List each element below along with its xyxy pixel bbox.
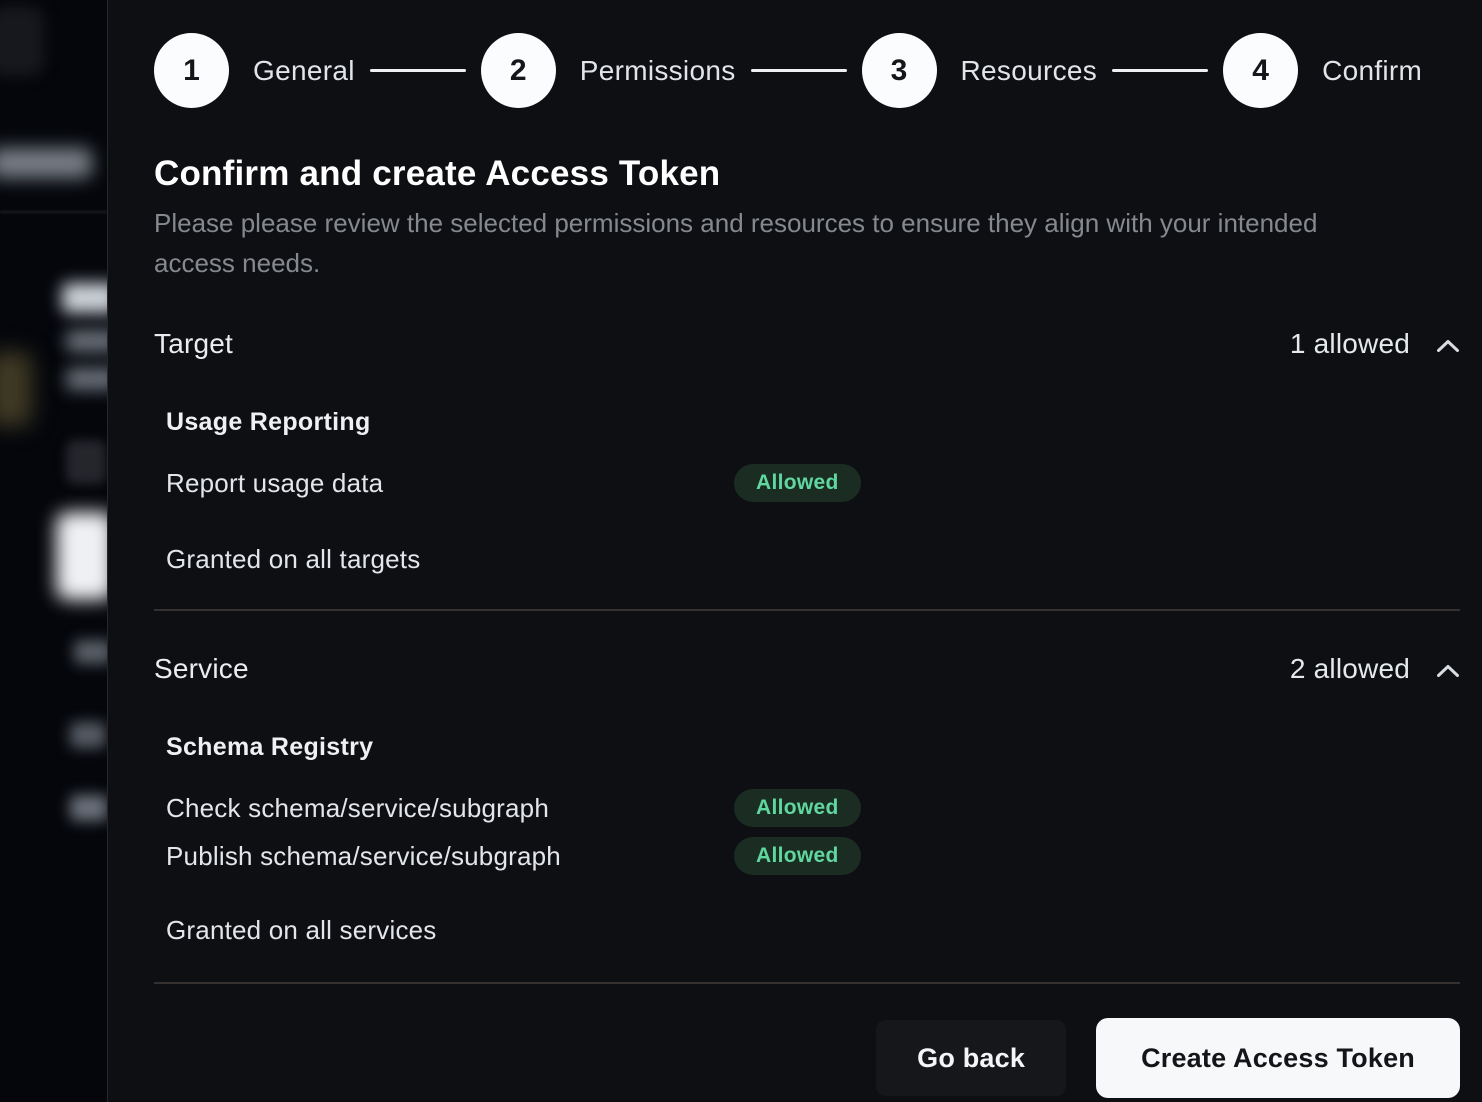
blurred-background	[0, 0, 107, 1102]
section-header-right: 1 allowed	[1290, 328, 1460, 360]
allowed-count: 1 allowed	[1290, 328, 1410, 360]
blurred-page-text-1	[66, 330, 107, 352]
granted-note: Granted on all services	[166, 914, 1460, 946]
step-number-badge: 4	[1223, 33, 1298, 108]
chevron-up-icon[interactable]	[1436, 660, 1460, 678]
blurred-nav-text	[0, 148, 92, 178]
step-connector	[751, 69, 847, 72]
step-connector	[1112, 69, 1208, 72]
create-access-token-modal: 1 General 2 Permissions 3 Resources 4 Co…	[107, 0, 1482, 1102]
blurred-app-logo	[0, 6, 44, 76]
step-permissions[interactable]: 2 Permissions	[481, 33, 736, 108]
permission-label: Check schema/service/subgraph	[166, 793, 734, 824]
permission-label: Report usage data	[166, 468, 734, 499]
step-number-badge: 2	[481, 33, 556, 108]
divider	[154, 982, 1460, 984]
permission-row: Check schema/service/subgraph Allowed	[166, 789, 1460, 827]
section-title: Service	[154, 652, 249, 686]
allowed-count: 2 allowed	[1290, 653, 1410, 685]
permission-label: Publish schema/service/subgraph	[166, 841, 734, 872]
step-general[interactable]: 1 General	[154, 33, 355, 108]
permission-rows: Check schema/service/subgraph Allowed Pu…	[154, 789, 1460, 875]
step-number-badge: 3	[862, 33, 937, 108]
permission-rows: Report usage data Allowed	[154, 464, 1460, 502]
step-connector	[370, 69, 466, 72]
blurred-divider	[0, 211, 107, 213]
modal-title: Confirm and create Access Token	[154, 153, 1460, 195]
step-number-badge: 1	[154, 33, 229, 108]
step-confirm[interactable]: 4 Confirm	[1223, 33, 1422, 108]
status-badge: Allowed	[734, 837, 861, 875]
blurred-page-heading	[62, 283, 107, 313]
status-badge: Allowed	[734, 789, 861, 827]
divider	[154, 609, 1460, 611]
permission-row: Publish schema/service/subgraph Allowed	[166, 837, 1460, 875]
target-section-header[interactable]: Target 1 allowed	[154, 327, 1460, 361]
permission-group-title: Schema Registry	[166, 732, 1460, 762]
go-back-button[interactable]: Go back	[876, 1020, 1066, 1096]
blurred-list-item-2	[70, 722, 106, 748]
target-section: Target 1 allowed Usage Reporting Report …	[154, 327, 1460, 611]
status-badge: Allowed	[734, 464, 861, 502]
blurred-accent-block	[0, 352, 32, 426]
blurred-list-item-3	[70, 795, 107, 821]
service-section: Service 2 allowed Schema Registry Check …	[154, 652, 1460, 984]
step-label: General	[253, 55, 355, 87]
modal-footer: Go back Create Access Token	[154, 1018, 1460, 1098]
service-section-header[interactable]: Service 2 allowed	[154, 652, 1460, 686]
permission-group-title: Usage Reporting	[166, 407, 1460, 437]
blurred-icon-tile	[66, 440, 106, 484]
step-label: Resources	[961, 55, 1098, 87]
blurred-white-card	[56, 512, 107, 600]
chevron-up-icon[interactable]	[1436, 335, 1460, 353]
wizard-stepper: 1 General 2 Permissions 3 Resources 4 Co…	[154, 33, 1460, 108]
modal-description: Please please review the selected permis…	[154, 203, 1384, 283]
blurred-list-item-1	[74, 640, 107, 664]
create-access-token-button[interactable]: Create Access Token	[1096, 1018, 1460, 1098]
step-label: Confirm	[1322, 55, 1422, 87]
blurred-page-text-2	[66, 368, 107, 390]
section-header-right: 2 allowed	[1290, 653, 1460, 685]
step-resources[interactable]: 3 Resources	[862, 33, 1098, 108]
permission-row: Report usage data Allowed	[166, 464, 1460, 502]
section-title: Target	[154, 327, 233, 361]
granted-note: Granted on all targets	[166, 543, 1460, 575]
step-label: Permissions	[580, 55, 736, 87]
